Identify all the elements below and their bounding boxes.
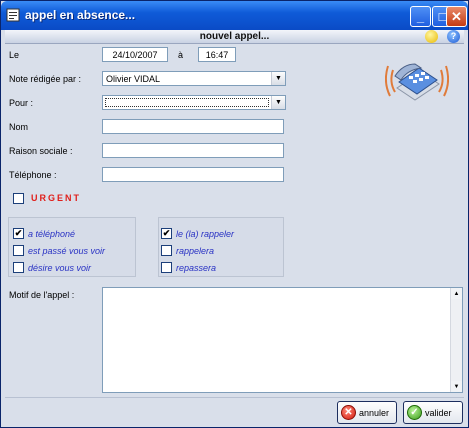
window-title: appel en absence...	[25, 8, 136, 22]
reason-scrollbar[interactable]: ▲ ▼	[450, 288, 462, 392]
focus-indicator	[105, 98, 269, 107]
phone-label: Téléphone :	[9, 170, 57, 180]
close-button[interactable]: ✕	[446, 6, 467, 27]
option-checkbox-will-call[interactable]	[161, 245, 172, 256]
scroll-up-icon[interactable]: ▲	[451, 288, 462, 299]
company-field[interactable]	[102, 143, 284, 158]
name-field[interactable]	[102, 119, 284, 134]
close-icon: ✕	[451, 8, 462, 24]
title-bar[interactable]: appel en absence... _ □ ✕	[1, 1, 468, 30]
urgent-label: URGENT	[31, 193, 81, 203]
footer-divider	[5, 397, 464, 398]
option-label-telephoned: a téléphoné	[28, 229, 76, 239]
scroll-down-icon[interactable]: ▼	[451, 381, 462, 392]
check-icon: ✓	[407, 405, 422, 420]
time-separator-label: à	[178, 50, 184, 60]
chevron-down-icon[interactable]: ▼	[271, 96, 285, 109]
name-label: Nom	[9, 122, 29, 132]
minimize-button[interactable]: _	[410, 6, 431, 27]
date-label: Le	[9, 50, 20, 60]
company-label: Raison sociale :	[9, 146, 73, 156]
urgent-checkbox[interactable]	[13, 193, 24, 204]
option-label-visited: est passé vous voir	[28, 246, 106, 256]
date-field[interactable]: 24/10/2007	[102, 47, 168, 62]
recipient-select[interactable]: ▼	[102, 95, 286, 110]
validate-button[interactable]: ✓ valider	[403, 401, 463, 424]
validate-label: valider	[425, 407, 452, 418]
author-value: Olivier VIDAL	[106, 74, 161, 84]
reason-textarea[interactable]: ▲ ▼	[102, 287, 463, 393]
phone-field[interactable]	[102, 167, 284, 182]
cancel-icon: ✕	[341, 405, 356, 420]
option-checkbox-call-back[interactable]: ✔	[161, 228, 172, 239]
option-checkbox-will-come-back[interactable]	[161, 262, 172, 273]
option-label-wants-to-see: désire vous voir	[28, 263, 92, 273]
recipient-label: Pour :	[9, 98, 34, 108]
yellow-circle-icon[interactable]	[425, 30, 438, 43]
phone-icon	[385, 63, 449, 101]
author-label: Note rédigée par :	[9, 74, 82, 84]
help-icon[interactable]: ?	[447, 30, 460, 43]
form-title: nouvel appel...	[199, 31, 270, 42]
cancel-button[interactable]: ✕ annuler	[337, 401, 397, 424]
chevron-down-icon[interactable]: ▼	[271, 72, 285, 85]
cancel-label: annuler	[359, 407, 390, 418]
app-window: appel en absence... _ □ ✕ nouvel appel..…	[0, 0, 469, 428]
reason-label: Motif de l'appel :	[9, 290, 75, 300]
option-label-call-back: le (la) rappeler	[176, 229, 235, 239]
option-label-will-call: rappelera	[176, 246, 215, 256]
time-field[interactable]: 16:47	[198, 47, 236, 62]
form-icon	[6, 8, 20, 22]
option-checkbox-telephoned[interactable]: ✔	[13, 228, 24, 239]
option-checkbox-wants-to-see[interactable]	[13, 262, 24, 273]
minimize-icon: _	[416, 9, 425, 24]
form-header: nouvel appel... ?	[5, 30, 464, 44]
option-checkbox-visited[interactable]	[13, 245, 24, 256]
author-select[interactable]: Olivier VIDAL ▼	[102, 71, 286, 86]
option-label-will-come-back: repassera	[176, 263, 217, 273]
